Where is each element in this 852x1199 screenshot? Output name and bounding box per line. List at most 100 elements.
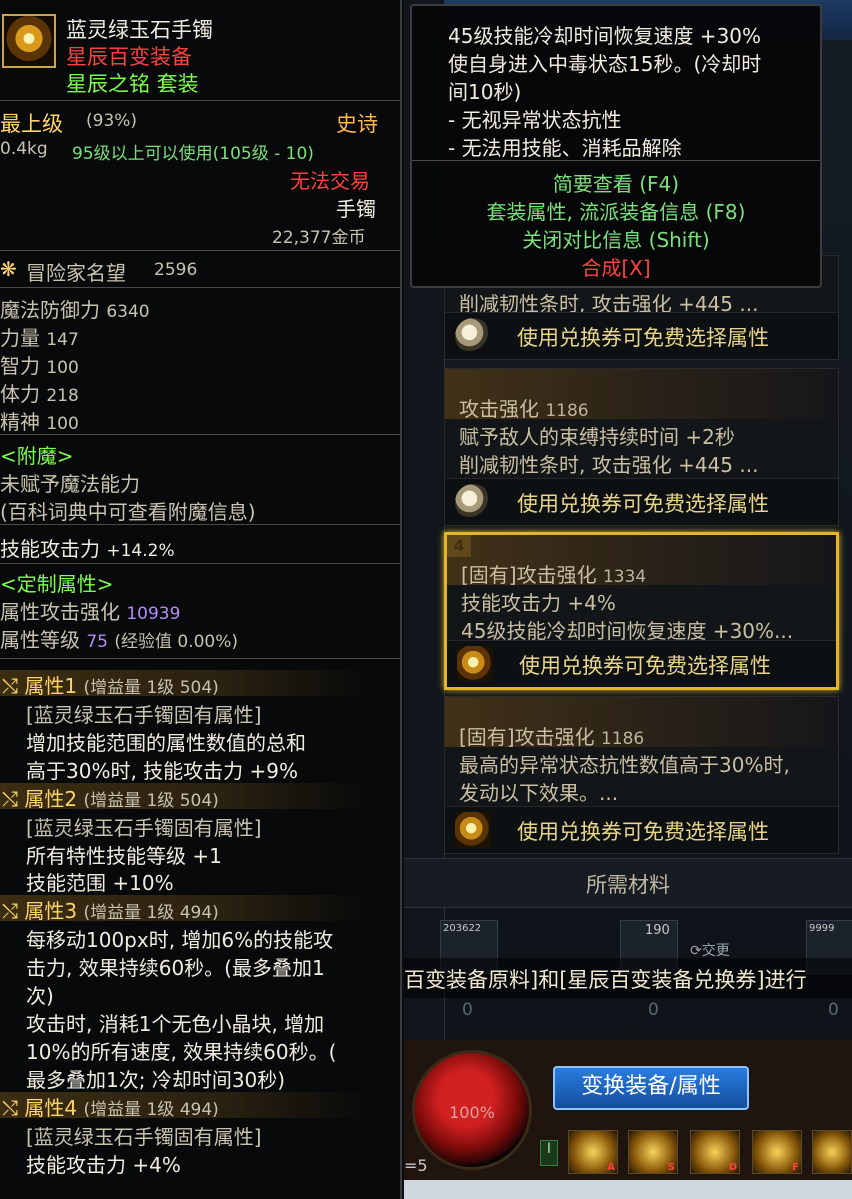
set-line: 星辰百变装备	[66, 45, 192, 69]
level-requirement: 95级以上可以使用(105级 - 10)	[72, 144, 314, 164]
attribute-line: 增加技能范围的属性数值的总和	[26, 731, 306, 755]
tooltip-line: 间10秒)	[448, 80, 522, 104]
attribute-line: [蓝灵绿玉石手镯固有属性]	[26, 816, 262, 840]
tooltip-line: - 无视异常状态抗性	[448, 108, 622, 132]
card-line: 削减韧性条时, 攻击强化 +445 ...	[459, 453, 759, 477]
skill-slot-d[interactable]: D	[690, 1130, 740, 1174]
attribute-card-2[interactable]: 攻击强化 1186 赋予敌人的束缚持续时间 +2秒 削减韧性条时, 攻击强化 +…	[444, 368, 839, 526]
enchant-none: 未赋予魔法能力	[0, 472, 140, 496]
ring-icon	[455, 484, 491, 520]
enchant-header: <附魔>	[0, 444, 74, 468]
exchange-hint: ⟳交更	[690, 943, 730, 959]
attribute-line: 所有特性技能等级 +1	[26, 844, 222, 868]
card-line: 发动以下效果。...	[459, 781, 619, 805]
weight: 0.4kg	[0, 139, 48, 159]
enchant-hint: (百科词典中可查看附魔信息)	[0, 500, 256, 524]
skill-slot[interactable]	[812, 1130, 852, 1174]
material-count: 0	[828, 1000, 839, 1020]
free-select-label: 使用兑换券可免费选择属性	[517, 820, 769, 844]
untradeable: 无法交易	[290, 169, 370, 193]
attribute-line: 击力, 效果持续60秒。(最多叠加1	[26, 956, 325, 980]
slot-count: 9999	[809, 923, 835, 934]
free-select-label: 使用兑换券可免费选择属性	[517, 326, 769, 350]
materials-header: 所需材料	[404, 858, 852, 908]
card-footer[interactable]: 使用兑换券可免费选择属性	[445, 312, 838, 359]
tooltip-line: - 无法用技能、消耗品解除	[448, 136, 682, 160]
reputation-icon: ❋	[0, 257, 17, 281]
attribute-line: [蓝灵绿玉石手镯固有属性]	[26, 1125, 262, 1149]
attribute-line: 高于30%时, 技能攻击力 +9%	[26, 759, 299, 783]
skill-attack-row: 技能攻击力 +14.2%	[0, 537, 175, 561]
bracelet-icon	[2, 14, 56, 68]
exchange-ticket-icon	[455, 812, 491, 848]
skill-slot-a[interactable]: A	[568, 1130, 618, 1174]
hotbar-page: =5	[404, 1156, 428, 1175]
attribute-line: 技能攻击力 +4%	[26, 1153, 181, 1177]
slot-count: 203622	[443, 923, 482, 934]
item-name: 蓝灵绿玉石手镯	[66, 18, 213, 42]
free-select-label: 使用兑换券可免费选择属性	[517, 492, 769, 516]
attribute-title: ⤭ 属性3 (增益量 1级 494)	[2, 899, 219, 923]
item-tooltip: 蓝灵绿玉石手镯 星辰百变装备 星辰之铭 套装 最上级 (93%) 史诗 0.4k…	[0, 0, 402, 1199]
attribute-title: ⤭ 属性4 (增益量 1级 494)	[2, 1096, 219, 1120]
hotkey-close-compare: 关闭对比信息 (Shift)	[522, 228, 710, 252]
skill-slot-f[interactable]: F	[752, 1130, 802, 1174]
skill-slot-s[interactable]: S	[628, 1130, 678, 1174]
exchange-ticket-icon	[457, 646, 493, 682]
attribute-line: 技能范围 +10%	[26, 871, 174, 895]
slot-count: 190	[645, 923, 670, 938]
attribute-line: 次)	[26, 984, 54, 1008]
stat-row: 体力 218	[0, 382, 79, 406]
item-tooltip-continued: 45级技能冷却时间恢复速度 +30% 使自身进入中毒状态15秒。(冷却时 间10…	[410, 4, 822, 288]
card-line: 技能攻击力 +4%	[461, 591, 616, 615]
attribute-title: ⤭ 属性2 (增益量 1级 504)	[2, 787, 219, 811]
card-footer[interactable]: 使用兑换券可免费选择属性	[445, 806, 838, 853]
item-price: 22,377金币	[272, 228, 366, 248]
attribute-title: ⤭ 属性1 (增益量 1级 504)	[2, 674, 219, 698]
free-select-label: 使用兑换券可免费选择属性	[519, 654, 771, 678]
reputation-value: 2596	[154, 260, 198, 280]
stat-row: 精神 100	[0, 410, 79, 434]
hotkey-set-info: 套装属性, 流派装备信息 (F8)	[486, 200, 746, 224]
set-name: 星辰之铭 套装	[66, 72, 199, 96]
material-count: 0	[462, 1000, 473, 1020]
attribute-card-3-selected[interactable]: 4 [固有]攻击强化 1334 技能攻击力 +4% 45级技能冷却时间恢复速度 …	[444, 532, 839, 690]
attribute-line: 攻击时, 消耗1个无色小晶块, 增加	[26, 1012, 325, 1036]
card-line: 最高的异常状态抗性数值高于30%时,	[459, 753, 790, 777]
skill-key-i[interactable]: I	[540, 1140, 558, 1166]
rarity: 史诗	[336, 112, 378, 136]
attr-level-row: 属性等级 75 (经验值 0.00%)	[0, 628, 239, 652]
hotkey-brief-view: 简要查看 (F4)	[552, 172, 680, 196]
stat-row: 魔法防御力 6340	[0, 298, 150, 322]
tooltip-line: 使自身进入中毒状态15秒。(冷却时	[448, 52, 762, 76]
attr-attack-row: 属性攻击强化 10939	[0, 600, 181, 624]
tooltip-line: 45级技能冷却时间恢复速度 +30%	[448, 24, 762, 48]
card-line: 赋予敌人的束缚持续时间 +2秒	[459, 425, 735, 449]
card-footer[interactable]: 使用兑换券可免费选择属性	[445, 478, 838, 525]
materials-notice-bar: 百变装备原料]和[星辰百变装备兑换券]进行	[404, 958, 852, 998]
attribute-line: 每移动100px时, 增加6%的技能攻	[26, 928, 334, 952]
attribute-line: [蓝灵绿玉石手镯固有属性]	[26, 703, 262, 727]
materials-title: 所需材料	[586, 873, 670, 897]
materials-notice: 百变装备原料]和[星辰百变装备兑换券]进行	[404, 968, 807, 992]
stat-row: 力量 147	[0, 326, 79, 350]
hp-orb: 100%	[412, 1050, 532, 1170]
ring-icon	[455, 318, 491, 354]
material-count: 0	[648, 1000, 659, 1020]
attribute-card-4[interactable]: [固有]攻击强化 1186 最高的异常状态抗性数值高于30%时, 发动以下效果。…	[444, 696, 839, 854]
card-footer[interactable]: 使用兑换券可免费选择属性	[447, 640, 836, 687]
hotkey-synthesize: 合成[X]	[581, 256, 651, 280]
hp-percent: 100%	[449, 1103, 495, 1122]
card-title: [固有]攻击强化 1186	[459, 725, 645, 749]
card-title: [固有]攻击强化 1334	[461, 563, 647, 587]
grade: 最上级	[0, 112, 63, 136]
grade-pct: (93%)	[86, 111, 138, 131]
slot-type: 手镯	[336, 197, 376, 221]
stat-row: 智力 100	[0, 354, 79, 378]
exchange-equipment-button[interactable]: 变换装备/属性	[553, 1066, 749, 1110]
card-title: 攻击强化 1186	[459, 397, 589, 421]
attribute-line: 最多叠加1次; 冷却时间30秒)	[26, 1068, 286, 1092]
custom-header: <定制属性>	[0, 572, 114, 596]
attribute-line: 10%的所有速度, 效果持续60秒。(	[26, 1040, 337, 1064]
reputation-label: 冒险家名望	[26, 261, 126, 285]
